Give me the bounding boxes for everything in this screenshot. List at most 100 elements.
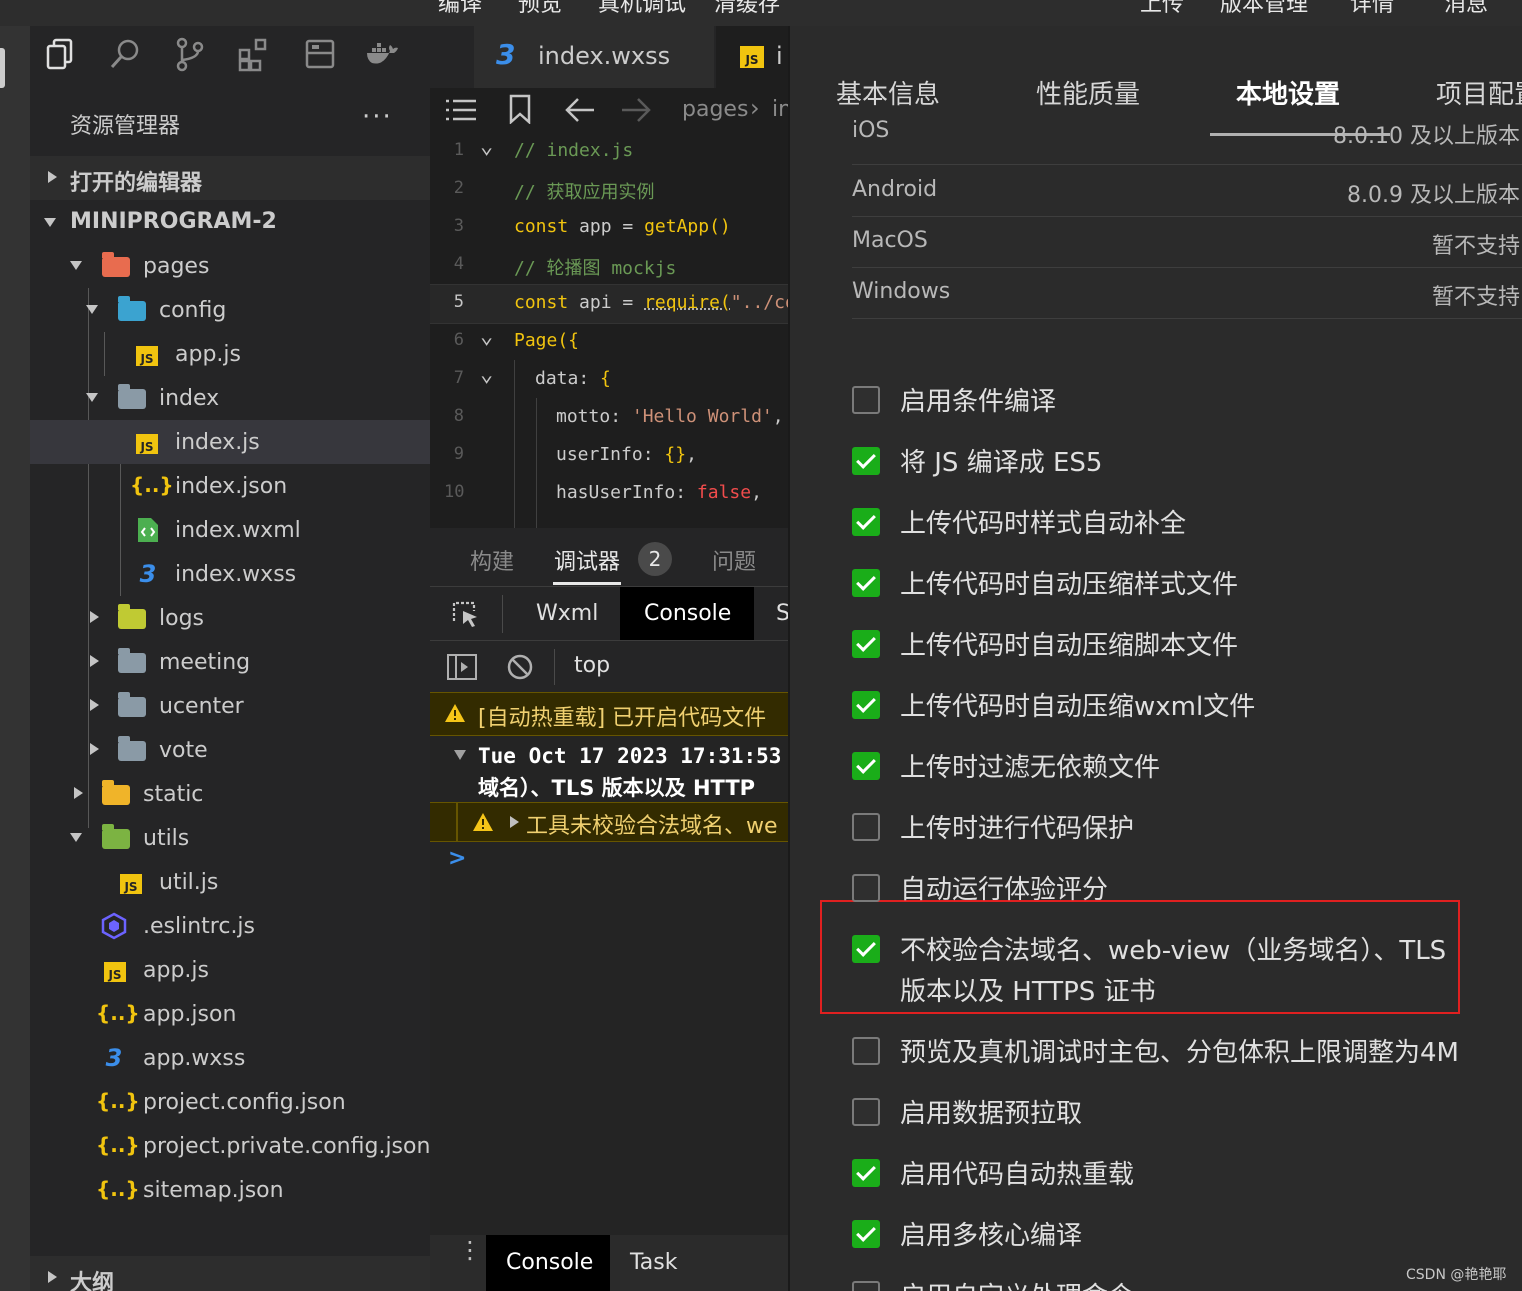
tree-folder-logs[interactable]: logs bbox=[30, 596, 430, 640]
messages-button[interactable]: 消息 bbox=[1444, 0, 1488, 18]
tree-folder-vote[interactable]: vote bbox=[30, 728, 430, 772]
tree-folder-static[interactable]: static bbox=[30, 772, 430, 816]
tree-file-project-private-config[interactable]: {..} project.private.config.json bbox=[30, 1124, 430, 1168]
breadcrumb-index[interactable]: in bbox=[772, 97, 788, 122]
tree-folder-index[interactable]: index bbox=[30, 376, 430, 420]
files-icon[interactable] bbox=[44, 36, 80, 72]
option-label[interactable]: 启用数据预拉取 bbox=[900, 1093, 1082, 1130]
option-label[interactable]: 上传代码时自动压缩样式文件 bbox=[900, 564, 1238, 601]
code-line[interactable]: 3 const app = getApp() bbox=[430, 208, 788, 246]
console-warning-row[interactable]: 工具未校验合法域名、we bbox=[430, 802, 788, 842]
option-label[interactable]: 上传代码时自动压缩wxml文件 bbox=[900, 686, 1255, 723]
option-label[interactable]: 启用多核心编译 bbox=[900, 1215, 1082, 1252]
sidebar-toggle-icon[interactable] bbox=[446, 653, 478, 681]
option-label[interactable]: 上传时过滤无依赖文件 bbox=[900, 747, 1160, 784]
tree-folder-ucenter[interactable]: ucenter bbox=[30, 684, 430, 728]
version-management-button[interactable]: 版本管理 bbox=[1220, 0, 1308, 18]
details-button[interactable]: 详情 bbox=[1350, 0, 1394, 18]
outline-section[interactable]: 大纲 bbox=[30, 1256, 430, 1291]
option-checkbox[interactable] bbox=[852, 691, 880, 719]
code-line[interactable]: 2 // 获取应用实例 bbox=[430, 170, 788, 208]
option-checkbox[interactable] bbox=[852, 752, 880, 780]
option-checkbox[interactable] bbox=[852, 1159, 880, 1187]
inspect-element-icon[interactable] bbox=[450, 599, 480, 629]
docker-icon[interactable] bbox=[364, 36, 400, 72]
tree-file-index-wxml[interactable]: index.wxml bbox=[30, 508, 430, 552]
fold-chevron-icon[interactable]: ⌄ bbox=[480, 362, 493, 387]
project-section[interactable]: MINIPROGRAM-2 bbox=[30, 200, 430, 244]
tab-problems[interactable]: 问题 bbox=[712, 544, 756, 576]
option-label[interactable]: 上传代码时样式自动补全 bbox=[900, 503, 1186, 540]
option-label[interactable]: 不校验合法域名、web-view（业务域名）、TLS bbox=[900, 930, 1446, 967]
open-editors-section[interactable]: 打开的编辑器 bbox=[30, 156, 430, 200]
tab-console-active[interactable]: Console bbox=[620, 587, 754, 641]
back-arrow-icon[interactable] bbox=[564, 96, 596, 124]
tab-performance[interactable]: 性能质量 bbox=[1036, 74, 1140, 111]
fold-chevron-icon[interactable]: ⌄ bbox=[480, 134, 493, 159]
drawer-tab-console[interactable]: Console bbox=[486, 1235, 610, 1291]
more-actions-button[interactable]: ··· bbox=[362, 102, 393, 132]
breadcrumb-pages[interactable]: pages bbox=[682, 97, 748, 122]
option-checkbox[interactable] bbox=[852, 1037, 880, 1065]
tree-file-sitemap[interactable]: {..} sitemap.json bbox=[30, 1168, 430, 1212]
tab-build[interactable]: 构建 bbox=[470, 544, 514, 576]
tree-folder-utils[interactable]: utils bbox=[30, 816, 430, 860]
tab-project-config[interactable]: 项目配置 bbox=[1436, 74, 1522, 111]
code-line[interactable]: 10 hasUserInfo: false, bbox=[430, 474, 788, 512]
option-checkbox[interactable] bbox=[852, 1220, 880, 1248]
clear-console-icon[interactable] bbox=[506, 653, 534, 681]
code-line[interactable]: 4 // 轮播图 mockjs bbox=[430, 246, 788, 284]
upload-button[interactable]: 上传 bbox=[1140, 0, 1184, 18]
option-checkbox[interactable] bbox=[852, 1281, 880, 1291]
tree-file-config-app-js[interactable]: JS app.js bbox=[30, 332, 430, 376]
code-line[interactable]: 9 userInfo: {}, bbox=[430, 436, 788, 474]
extensions-icon[interactable] bbox=[236, 36, 272, 72]
tab-index-wxss[interactable]: 3 index.wxss bbox=[474, 26, 714, 88]
tree-file-eslintrc[interactable]: .eslintrc.js bbox=[30, 904, 430, 948]
option-checkbox[interactable] bbox=[852, 630, 880, 658]
option-checkbox[interactable] bbox=[852, 1098, 880, 1126]
tab-basic-info[interactable]: 基本信息 bbox=[836, 74, 940, 111]
more-vertical-icon[interactable]: ⋮ bbox=[458, 1238, 482, 1262]
option-checkbox[interactable] bbox=[852, 569, 880, 597]
context-select[interactable]: top bbox=[574, 653, 610, 678]
real-device-debug-button[interactable]: 真机调试 bbox=[598, 0, 686, 18]
tree-folder-meeting[interactable]: meeting bbox=[30, 640, 430, 684]
option-label[interactable]: 启用条件编译 bbox=[900, 381, 1056, 418]
preview-button[interactable]: 预览 bbox=[518, 0, 562, 18]
source-control-icon[interactable] bbox=[172, 36, 208, 72]
tree-file-app-js[interactable]: JS app.js bbox=[30, 948, 430, 992]
option-label-continued[interactable]: 版本以及 HTTPS 证书 bbox=[900, 971, 1156, 1008]
drawer-tab-task[interactable]: Task bbox=[630, 1250, 677, 1275]
code-line[interactable]: 7 ⌄ data: { bbox=[430, 360, 788, 398]
tree-file-app-wxss[interactable]: 3 app.wxss bbox=[30, 1036, 430, 1080]
option-label[interactable]: 预览及真机调试时主包、分包体积上限调整为4M bbox=[900, 1032, 1459, 1069]
compile-button[interactable]: 编译 bbox=[438, 0, 482, 18]
tree-folder-config[interactable]: config bbox=[30, 288, 430, 332]
option-label[interactable]: 上传时进行代码保护 bbox=[900, 808, 1134, 845]
option-label[interactable]: 上传代码时自动压缩脚本文件 bbox=[900, 625, 1238, 662]
tab-local-settings[interactable]: 本地设置 bbox=[1236, 74, 1340, 111]
bookmark-icon[interactable] bbox=[508, 94, 532, 124]
tree-file-index-json[interactable]: {..} index.json bbox=[30, 464, 430, 508]
list-icon[interactable] bbox=[444, 96, 478, 124]
tab-debugger[interactable]: 调试器 bbox=[554, 544, 620, 576]
tree-file-app-json[interactable]: {..} app.json bbox=[30, 992, 430, 1036]
option-checkbox[interactable] bbox=[852, 874, 880, 902]
option-checkbox[interactable] bbox=[852, 447, 880, 475]
option-label[interactable]: 启用自定义处理命令 bbox=[900, 1276, 1134, 1291]
option-label[interactable]: 自动运行体验评分 bbox=[900, 869, 1108, 906]
option-label[interactable]: 将 JS 编译成 ES5 bbox=[900, 442, 1102, 479]
tree-file-util-js[interactable]: JS util.js bbox=[30, 860, 430, 904]
fold-chevron-icon[interactable]: ⌄ bbox=[480, 324, 493, 349]
option-checkbox[interactable] bbox=[852, 508, 880, 536]
option-checkbox[interactable] bbox=[852, 813, 880, 841]
storage-icon[interactable] bbox=[302, 36, 338, 72]
option-checkbox[interactable] bbox=[852, 386, 880, 414]
tree-file-project-config[interactable]: {..} project.config.json bbox=[30, 1080, 430, 1124]
search-icon[interactable] bbox=[108, 36, 144, 72]
tree-folder-pages[interactable]: pages bbox=[30, 244, 430, 288]
code-line[interactable]: 5 const api = require("../co bbox=[430, 284, 788, 322]
tree-file-index-js[interactable]: JS index.js bbox=[30, 420, 430, 464]
tab-sources[interactable]: S bbox=[776, 601, 788, 626]
